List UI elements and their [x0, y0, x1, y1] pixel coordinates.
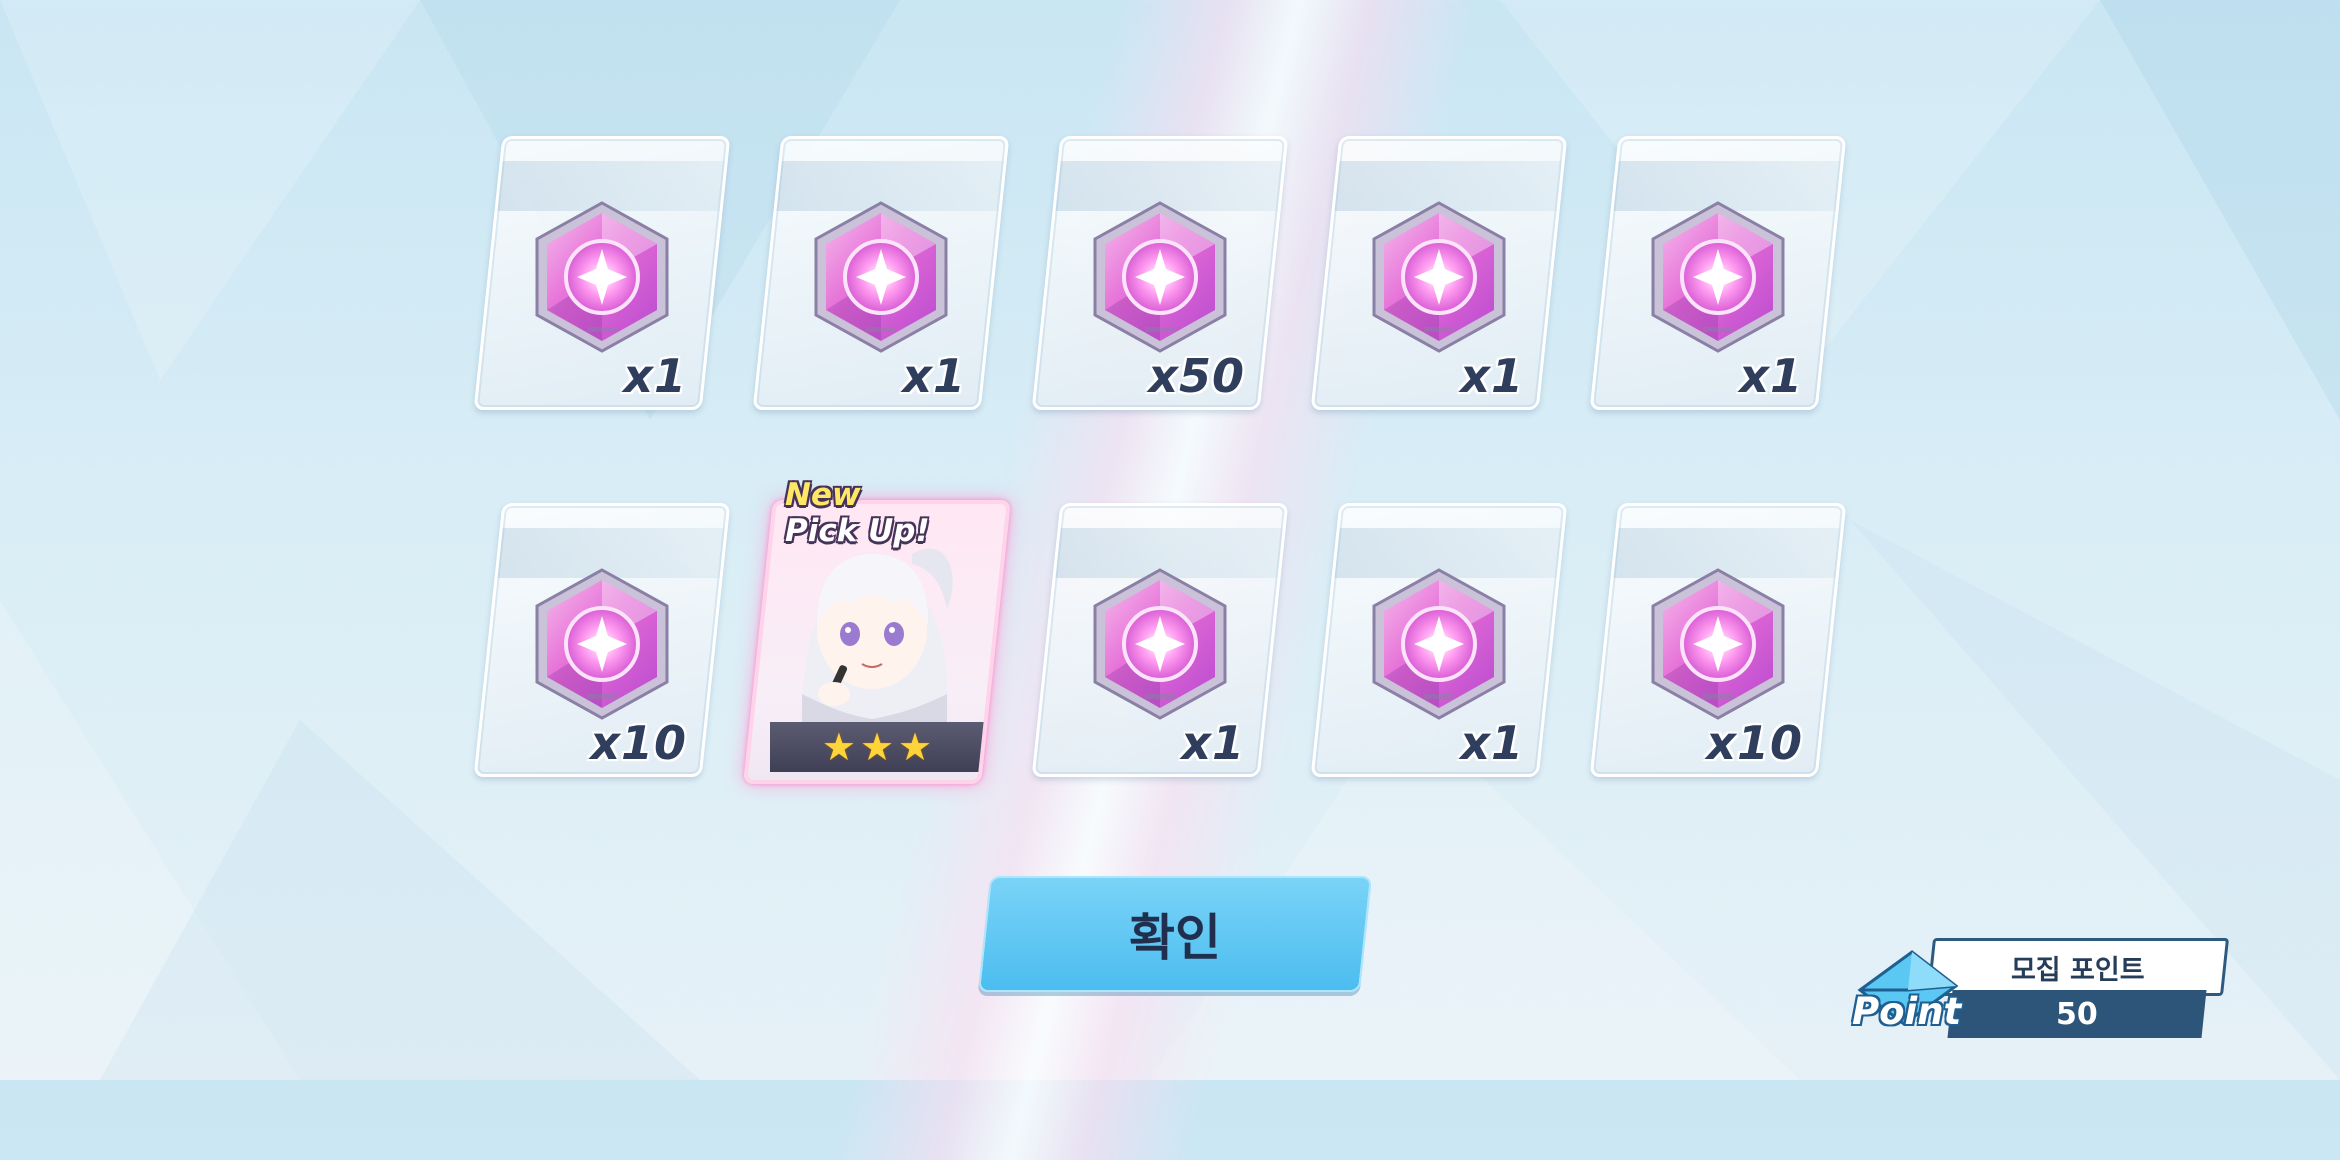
star-icon: ★ — [898, 725, 933, 769]
confirm-button[interactable]: 확인 — [977, 876, 1373, 992]
item-quantity: x1 — [1460, 349, 1524, 403]
item-quantity: x10 — [1706, 716, 1803, 770]
item-quantity: x1 — [623, 349, 687, 403]
item-quantity: x1 — [1181, 716, 1245, 770]
item-quantity: x50 — [1148, 349, 1245, 403]
item-quantity: x1 — [1460, 716, 1524, 770]
pink-crystal-icon — [527, 197, 677, 357]
pink-crystal-icon — [1085, 564, 1235, 724]
point-label: Point — [1852, 990, 1962, 1033]
pickup-label: Pick Up! — [785, 513, 930, 549]
new-pickup-badge: New Pick Up! — [785, 478, 930, 548]
recruit-points-panel: 모집 포인트 50 Point — [1852, 938, 2230, 1044]
recruit-points-title: 모집 포인트 — [2011, 954, 2145, 986]
star-icon: ★ — [859, 725, 895, 769]
rarity-stars: ★ ★ ★ — [770, 722, 984, 772]
recruit-points-value: 50 — [2056, 996, 2098, 1032]
result-card-10[interactable]: x10 — [1589, 503, 1847, 777]
new-label: New — [785, 477, 861, 513]
confirm-label: 확인 — [1129, 909, 1221, 967]
result-card-9[interactable]: x1 — [1310, 503, 1568, 777]
result-card-5[interactable]: x1 — [1589, 136, 1847, 410]
recruit-points-title-box: 모집 포인트 — [1926, 938, 2230, 996]
pink-crystal-icon — [1643, 564, 1793, 724]
star-icon: ★ — [821, 725, 856, 769]
pink-crystal-icon — [1364, 564, 1514, 724]
pink-crystal-icon — [806, 197, 956, 357]
item-quantity: x1 — [902, 349, 966, 403]
pink-crystal-icon — [1085, 197, 1235, 357]
pink-crystal-icon — [1364, 197, 1514, 357]
result-card-6[interactable]: x10 — [473, 503, 731, 777]
item-quantity: x1 — [1739, 349, 1803, 403]
pink-crystal-icon — [1643, 197, 1793, 357]
result-card-2[interactable]: x1 — [752, 136, 1010, 410]
result-card-8[interactable]: x1 — [1031, 503, 1289, 777]
recruit-points-value-box: 50 — [1947, 990, 2207, 1038]
pink-crystal-icon — [527, 564, 677, 724]
result-card-4[interactable]: x1 — [1310, 136, 1568, 410]
result-card-3[interactable]: x50 — [1031, 136, 1289, 410]
item-quantity: x10 — [590, 716, 687, 770]
result-card-1[interactable]: x1 — [473, 136, 731, 410]
